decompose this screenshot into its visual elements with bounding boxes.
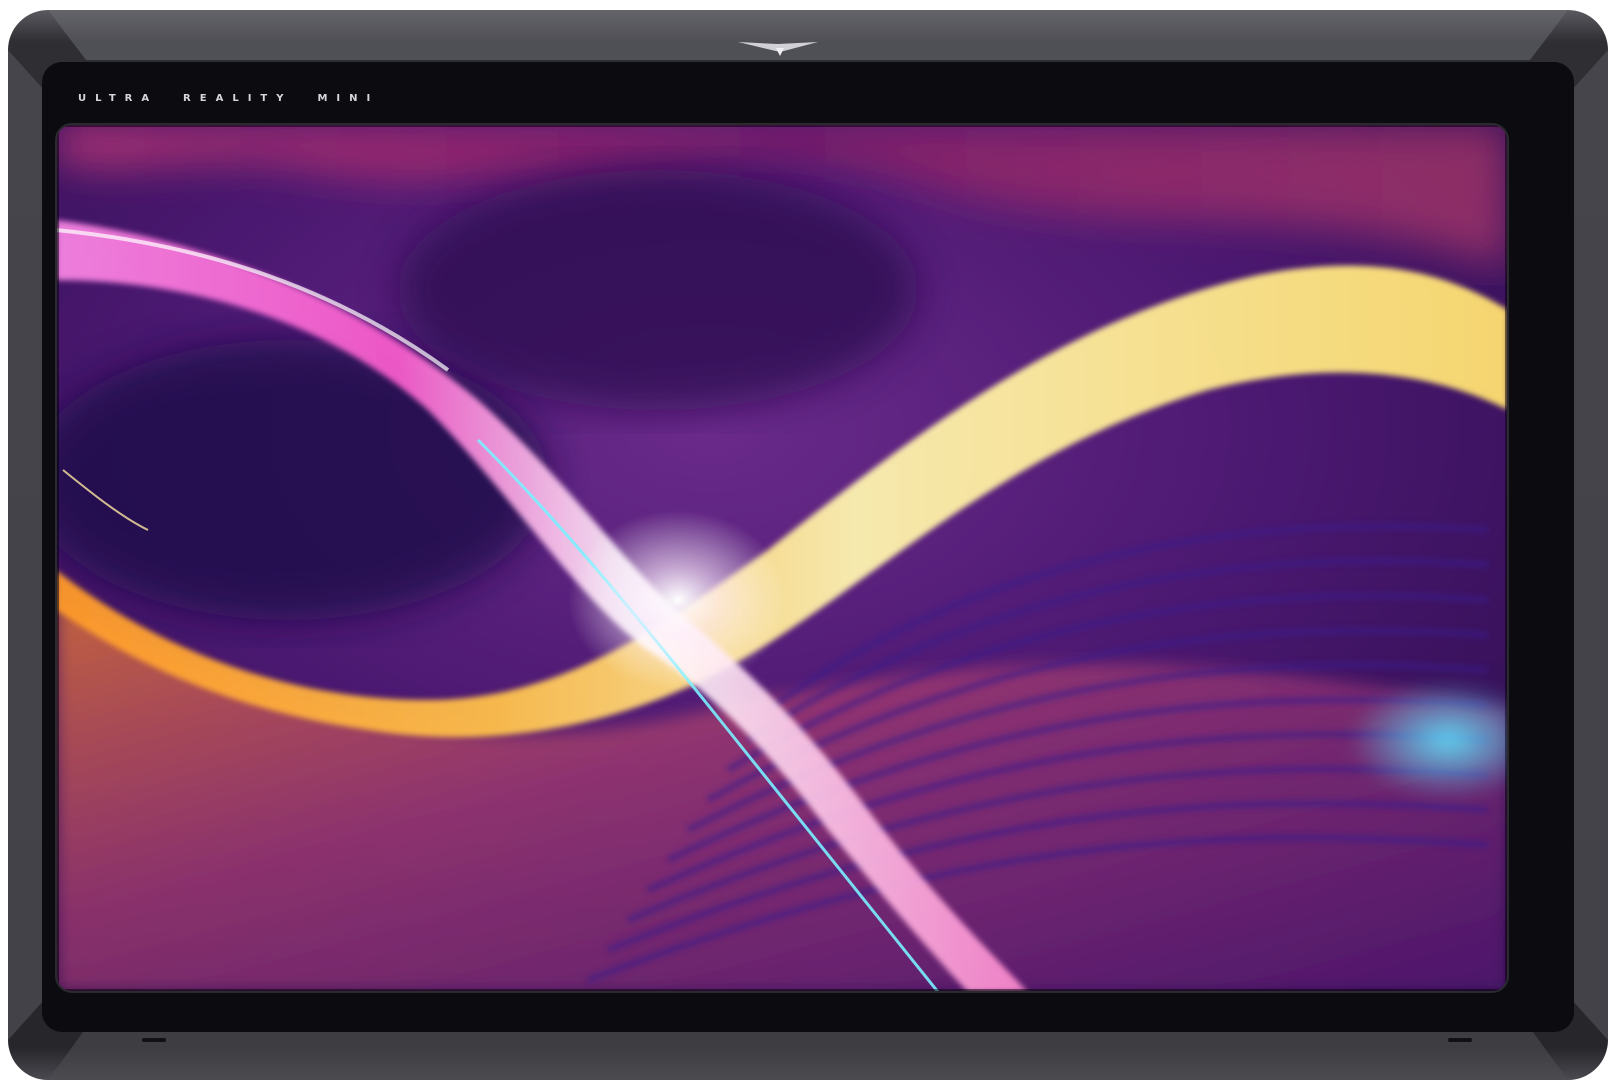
screen-wallpaper (56, 124, 1508, 992)
foot-left (142, 1038, 166, 1042)
brand-label: ULTRA REALITY MINI (78, 93, 380, 104)
monitor-graphic (8, 10, 1608, 1080)
foot-right (1448, 1038, 1472, 1042)
monitor (8, 10, 1608, 1080)
product-image: ULTRA REALITY MINI (0, 0, 1616, 1092)
